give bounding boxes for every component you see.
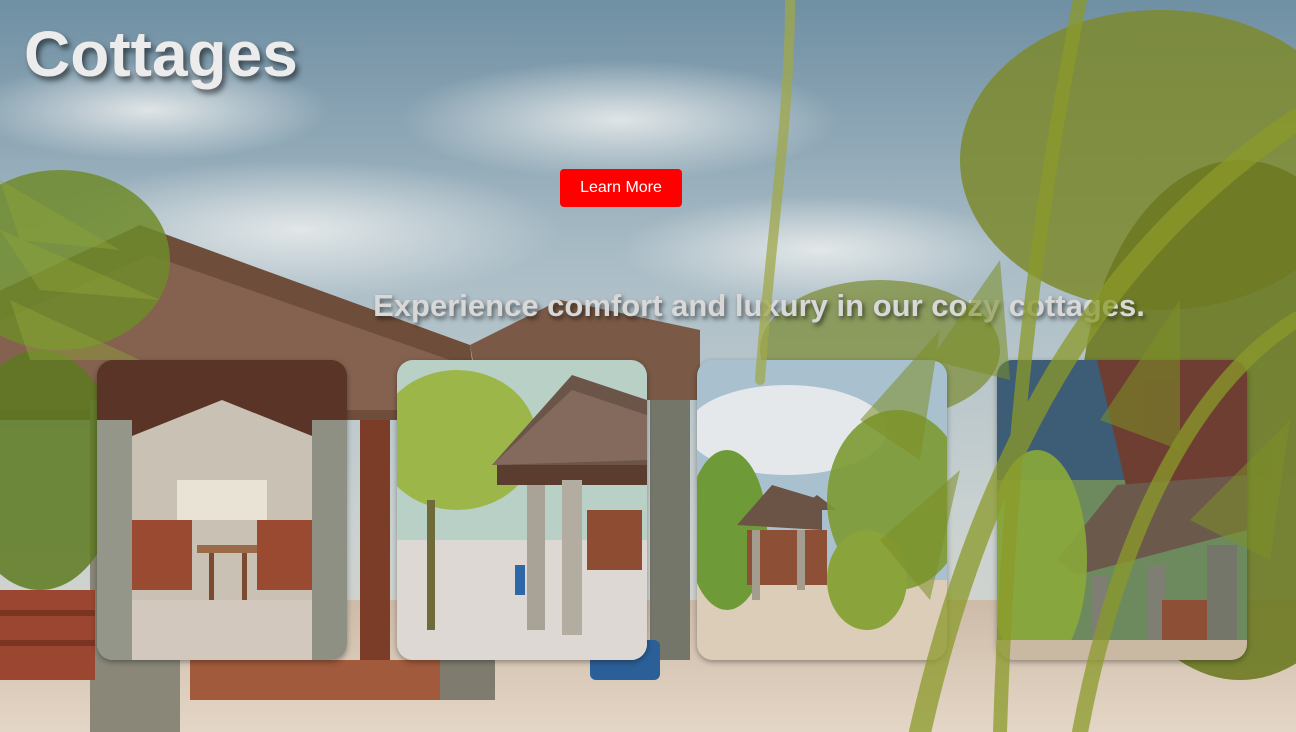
cottage-photo-3[interactable] (697, 360, 947, 660)
page-title: Cottages (24, 18, 298, 90)
cottage-photo-4[interactable] (997, 360, 1247, 660)
cottage-photo-2[interactable] (397, 360, 647, 660)
hero-tagline: Experience comfort and luxury in our coz… (373, 288, 1145, 323)
learn-more-button[interactable]: Learn More (560, 169, 682, 207)
cottage-photo-1[interactable] (97, 360, 347, 660)
